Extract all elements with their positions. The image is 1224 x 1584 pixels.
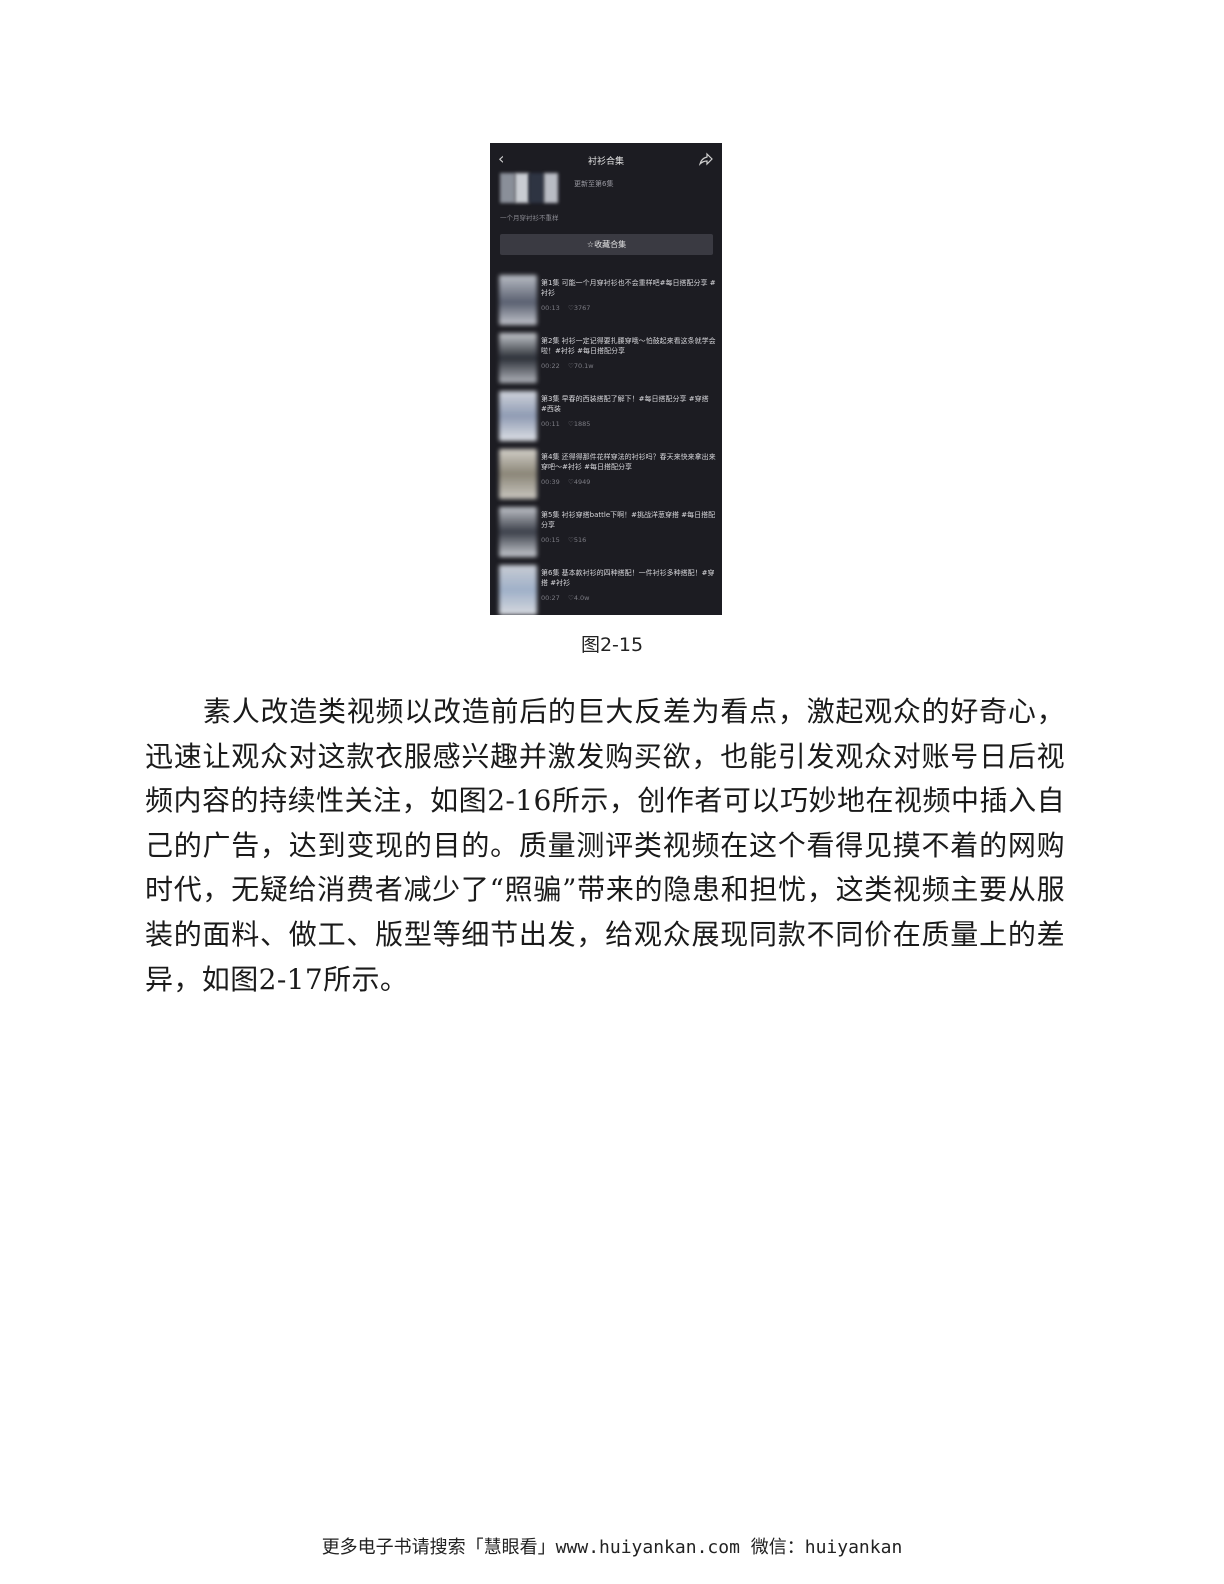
phone-title: 衬衫合集 [587,157,624,167]
episode-meta: 00:11 ♡1885 [541,420,590,428]
episode-likes: ♡70.1w [568,362,594,370]
episode-item[interactable]: 第1集 可能一个月穿衬衫也不会重样吧#每日搭配分享 #衬衫 00:13 ♡376… [490,275,722,333]
episode-duration: 00:27 [541,594,560,602]
episode-item[interactable]: 第3集 早春的西装搭配了解下！#每日搭配分享 #穿搭 #西装 00:11 ♡18… [490,391,722,449]
episode-meta: 00:22 ♡70.1w [541,362,594,370]
episode-title: 第2集 衬衫一定记得要扎腰穿哦～怕鼓起来看这条就学会啦！#衬衫 #每日搭配分享 [541,337,716,355]
episode-title: 第4集 还得得那件花样穿法的衬衫吗？春天来快来拿出来穿吧～#衬衫 #每日搭配分享 [541,453,716,471]
episode-meta: 00:27 ♡4.0w [541,594,589,602]
phone-header: ‹ 衬衫合集 [490,143,722,177]
collection-cover-image [500,173,558,203]
episode-duration: 00:15 [541,536,560,544]
body-paragraph: 素人改造类视频以改造前后的巨大反差为看点，激起观众的好奇心，迅速让观众对这款衣服… [145,695,1065,996]
episode-title: 第5集 衬衫穿搭battle下啊！#挑战洋葱穿搭 #每日搭配分享 [541,511,716,529]
episode-thumbnail [499,565,537,615]
episode-thumbnail [499,275,537,325]
episode-list: 第1集 可能一个月穿衬衫也不会重样吧#每日搭配分享 #衬衫 00:13 ♡376… [490,275,722,615]
episode-duration: 00:22 [541,362,560,370]
collection-description: 一个月穿衬衫不重样 [500,214,559,222]
episode-duration: 00:39 [541,478,560,486]
episode-duration: 00:11 [541,420,560,428]
episode-likes: ♡1885 [568,420,591,428]
phone-screenshot-figure: ‹ 衬衫合集 更新至第6集 一个月穿衬衫不重样 ☆收藏合集 第1集 可能一个月穿… [490,143,722,615]
episode-title: 第6集 基本款衬衫的四种搭配！一件衬衫多种搭配！#穿搭 #衬衫 [541,569,715,587]
episode-thumbnail [499,391,537,441]
episode-thumbnail [499,333,537,383]
episode-likes: ♡4.0w [568,594,590,602]
episode-title: 第1集 可能一个月穿衬衫也不会重样吧#每日搭配分享 #衬衫 [541,279,716,297]
episode-item[interactable]: 第6集 基本款衬衫的四种搭配！一件衬衫多种搭配！#穿搭 #衬衫 00:27 ♡4… [490,565,722,615]
episode-item[interactable]: 第4集 还得得那件花样穿法的衬衫吗？春天来快来拿出来穿吧～#衬衫 #每日搭配分享… [490,449,722,507]
episode-meta: 00:13 ♡3767 [541,304,590,312]
episode-meta: 00:39 ♡4949 [541,478,590,486]
episode-likes: ♡3767 [568,304,591,312]
episode-likes: ♡516 [568,536,587,544]
share-icon[interactable] [698,151,714,167]
update-status: 更新至第6集 [574,180,614,188]
episode-item[interactable]: 第2集 衬衫一定记得要扎腰穿哦～怕鼓起来看这条就学会啦！#衬衫 #每日搭配分享 … [490,333,722,391]
collect-collection-button[interactable]: ☆收藏合集 [500,234,713,255]
episode-thumbnail [499,449,537,499]
episode-title: 第3集 早春的西装搭配了解下！#每日搭配分享 #穿搭 #西装 [541,395,709,413]
footer-notice: 更多电子书请搜索「慧眼看」www.huiyankan.com 微信：huiyan… [321,1537,903,1558]
episode-meta: 00:15 ♡516 [541,536,586,544]
episode-item[interactable]: 第5集 衬衫穿搭battle下啊！#挑战洋葱穿搭 #每日搭配分享 00:15 ♡… [490,507,722,565]
episode-likes: ♡4949 [568,478,591,486]
episode-duration: 00:13 [541,304,560,312]
figure-caption: 图2-15 [580,634,644,656]
episode-thumbnail [499,507,537,557]
